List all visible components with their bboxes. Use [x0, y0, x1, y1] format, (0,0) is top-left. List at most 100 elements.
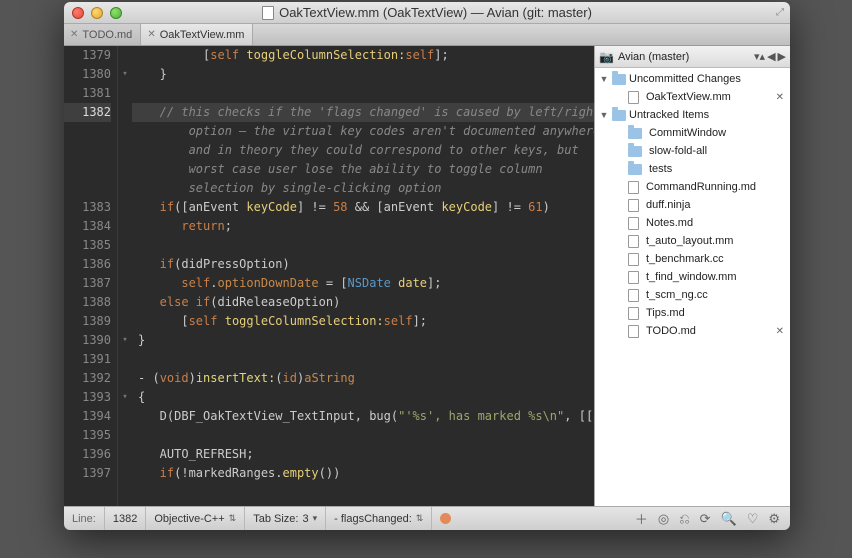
code-line[interactable]: D(DBF_OakTextView_TextInput, bug("'%s', … [132, 407, 594, 426]
fold-marker[interactable] [118, 312, 132, 331]
tree-group[interactable]: ▼Untracked Items [595, 106, 790, 124]
line-number[interactable]: 1383 [64, 198, 111, 217]
titlebar[interactable]: OakTextView.mm (OakTextView) — Avian (gi… [64, 2, 790, 24]
fold-marker[interactable]: ▾ [118, 65, 132, 84]
line-number[interactable]: 1397 [64, 464, 111, 483]
line-number[interactable] [64, 179, 111, 198]
dropdown-icon[interactable]: ▾▴ [754, 50, 765, 63]
fullscreen-icon[interactable]: ⤢ [776, 7, 784, 18]
line-gutter[interactable]: 1379138013811382138313841385138613871388… [64, 46, 118, 506]
line-number[interactable]: 1396 [64, 445, 111, 464]
fold-marker[interactable] [118, 84, 132, 103]
line-number[interactable]: 1391 [64, 350, 111, 369]
code-area[interactable]: [self toggleColumnSelection:self]; } // … [132, 46, 594, 506]
code-line[interactable] [132, 350, 594, 369]
line-number[interactable]: 1382 [64, 103, 111, 122]
code-line[interactable] [132, 84, 594, 103]
tab[interactable]: ✕OakTextView.mm [141, 24, 253, 45]
line-number[interactable]: 1395 [64, 426, 111, 445]
code-line[interactable]: - (void)insertText:(id)aString [132, 369, 594, 388]
line-number[interactable]: 1387 [64, 274, 111, 293]
tab-size-selector[interactable]: Tab Size: 3 ▾ [245, 507, 326, 530]
fold-marker[interactable] [118, 46, 132, 65]
close-icon[interactable]: ✕ [70, 29, 78, 40]
file-browser-header[interactable]: 📷 Avian (master) ▾▴ ◀ ▶ [595, 46, 790, 68]
favorite-icon[interactable]: ♡ [747, 511, 759, 527]
tree-item[interactable]: Notes.md [595, 214, 790, 232]
code-line[interactable]: self.optionDownDate = [NSDate date]; [132, 274, 594, 293]
tab[interactable]: ✕TODO.md [64, 24, 141, 45]
line-number[interactable]: 1380 [64, 65, 111, 84]
code-line[interactable]: } [132, 65, 594, 84]
scm-status-icon[interactable]: ⎌ [679, 511, 689, 527]
tree-item[interactable]: Tips.md [595, 304, 790, 322]
fold-marker[interactable] [118, 350, 132, 369]
fold-marker[interactable] [118, 369, 132, 388]
line-number[interactable]: 1381 [64, 84, 111, 103]
code-line[interactable]: { [132, 388, 594, 407]
language-selector[interactable]: Objective-C++ ⇅ [146, 507, 245, 530]
code-line[interactable] [132, 426, 594, 445]
close-icon[interactable]: ✕ [776, 92, 784, 103]
gear-icon[interactable]: ⚙ [768, 511, 780, 527]
line-number[interactable]: 1392 [64, 369, 111, 388]
code-line[interactable]: worst case user lose the ability to togg… [132, 160, 594, 179]
line-number[interactable]: 1389 [64, 312, 111, 331]
fold-marker[interactable] [118, 274, 132, 293]
code-line[interactable] [132, 236, 594, 255]
code-line[interactable]: selection by single-clicking option [132, 179, 594, 198]
code-line[interactable]: else if(didReleaseOption) [132, 293, 594, 312]
zoom-icon[interactable] [110, 7, 122, 19]
tree-item[interactable]: CommitWindow [595, 124, 790, 142]
line-number[interactable]: 1385 [64, 236, 111, 255]
line-number[interactable]: 1393 [64, 388, 111, 407]
tree-group[interactable]: ▼Uncommitted Changes [595, 70, 790, 88]
file-tree[interactable]: ▼Uncommitted ChangesOakTextView.mm✕▼Untr… [595, 68, 790, 506]
symbol-selector[interactable]: - flagsChanged: ⇅ [326, 507, 432, 530]
line-number[interactable]: 1386 [64, 255, 111, 274]
line-number[interactable] [64, 141, 111, 160]
close-icon[interactable]: ✕ [147, 29, 155, 40]
tree-item[interactable]: OakTextView.mm✕ [595, 88, 790, 106]
fold-marker[interactable] [118, 141, 132, 160]
line-number[interactable]: 1394 [64, 407, 111, 426]
tree-item[interactable]: t_scm_ng.cc [595, 286, 790, 304]
fold-marker[interactable] [118, 445, 132, 464]
code-line[interactable]: if(didPressOption) [132, 255, 594, 274]
line-number[interactable]: 1382 [105, 507, 146, 530]
search-icon[interactable]: 🔍 [721, 511, 737, 527]
minimize-icon[interactable] [91, 7, 103, 19]
tree-item[interactable]: t_find_window.mm [595, 268, 790, 286]
line-number[interactable]: 1388 [64, 293, 111, 312]
code-line[interactable]: option — the virtual key codes aren't do… [132, 122, 594, 141]
tree-item[interactable]: tests [595, 160, 790, 178]
disclosure-icon[interactable]: ▼ [599, 110, 609, 120]
tree-item[interactable]: duff.ninja [595, 196, 790, 214]
add-icon[interactable]: ＋ [635, 509, 648, 528]
tree-item[interactable]: CommandRunning.md [595, 178, 790, 196]
refresh-icon[interactable]: ⟳ [700, 511, 711, 527]
record-macro[interactable] [432, 507, 459, 530]
line-number[interactable]: 1379 [64, 46, 111, 65]
code-line[interactable]: if(!markedRanges.empty()) [132, 464, 594, 483]
fold-marker[interactable]: ▾ [118, 388, 132, 407]
tree-item[interactable]: t_auto_layout.mm [595, 232, 790, 250]
code-line[interactable]: [self toggleColumnSelection:self]; [132, 46, 594, 65]
fold-marker[interactable] [118, 179, 132, 198]
fold-marker[interactable] [118, 103, 132, 122]
tree-item[interactable]: slow-fold-all [595, 142, 790, 160]
code-line[interactable]: AUTO_REFRESH; [132, 445, 594, 464]
tree-item[interactable]: TODO.md✕ [595, 322, 790, 340]
close-icon[interactable]: ✕ [776, 326, 784, 337]
code-line[interactable]: // this checks if the 'flags changed' is… [132, 103, 594, 122]
tree-item[interactable]: t_benchmark.cc [595, 250, 790, 268]
editor[interactable]: 1379138013811382138313841385138613871388… [64, 46, 594, 506]
fold-marker[interactable] [118, 198, 132, 217]
code-line[interactable]: return; [132, 217, 594, 236]
fold-marker[interactable] [118, 217, 132, 236]
fold-marker[interactable] [118, 122, 132, 141]
fold-marker[interactable] [118, 407, 132, 426]
fold-marker[interactable] [118, 464, 132, 483]
line-number[interactable]: 1390 [64, 331, 111, 350]
fold-marker[interactable] [118, 426, 132, 445]
